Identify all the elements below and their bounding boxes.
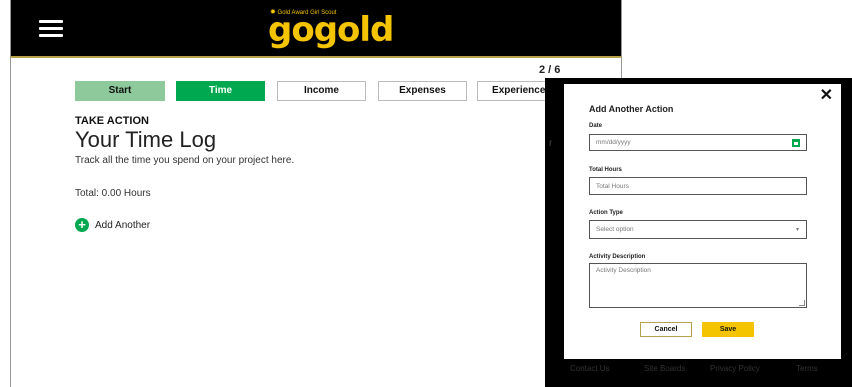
footer-link-contact[interactable]: Contact Us <box>570 364 610 373</box>
action-type-value: Select option <box>596 226 634 233</box>
activity-description-textarea[interactable]: Activity Description <box>589 263 807 308</box>
total-hours-label: Total Hours <box>589 167 622 173</box>
footer-link-site-boards[interactable]: Site Boards <box>644 364 685 373</box>
logo-wordmark: gogold <box>268 10 394 50</box>
action-type-label: Action Type <box>589 210 623 216</box>
add-another-label: Add Another <box>95 219 151 231</box>
hamburger-menu-icon[interactable] <box>39 20 63 38</box>
total-hours: Total: 0.00 Hours <box>75 188 151 199</box>
add-another-button[interactable]: + Add Another <box>75 218 150 232</box>
calendar-icon[interactable] <box>792 139 800 147</box>
section-eyebrow: TAKE ACTION <box>75 115 149 127</box>
footer-link-privacy[interactable]: Privacy Policy <box>710 364 760 373</box>
step-progress-indicator: 2 / 6 <box>539 64 561 76</box>
tab-start[interactable]: Start <box>75 81 165 101</box>
tab-expenses[interactable]: Expenses <box>378 81 467 101</box>
footer-link-terms[interactable]: Terms <box>796 364 818 373</box>
date-label: Date <box>589 123 603 129</box>
action-type-select[interactable]: Select option ▾ <box>589 220 807 239</box>
activity-description-placeholder: Activity Description <box>596 267 651 274</box>
cancel-button[interactable]: Cancel <box>640 322 692 337</box>
gogold-logo[interactable]: ✹ Gold Award Girl Scout gogold <box>266 6 394 50</box>
close-icon[interactable]: ✕ <box>820 88 833 104</box>
date-field[interactable]: mm/dd/yyyy <box>589 134 807 151</box>
backdrop-peek-text: r <box>549 138 553 149</box>
add-circle-icon: + <box>75 218 89 232</box>
activity-description-label: Activity Description <box>589 254 646 260</box>
tab-income[interactable]: Income <box>277 81 366 101</box>
resize-handle-icon[interactable] <box>799 300 805 306</box>
page-subtitle: Track all the time you spend on your pro… <box>75 155 295 166</box>
total-hours-placeholder: Total Hours <box>596 182 629 190</box>
total-hours-field[interactable]: Total Hours <box>589 177 807 195</box>
top-navigation-bar: ✹ Gold Award Girl Scout gogold <box>11 0 621 58</box>
modal-title: Add Another Action <box>589 104 674 114</box>
app-window: ✹ Gold Award Girl Scout gogold 2 / 6 Sta… <box>10 0 622 387</box>
add-action-modal: ✕ Add Another Action Date mm/dd/yyyy Tot… <box>564 84 841 359</box>
page-title: Your Time Log <box>75 127 217 152</box>
save-button[interactable]: Save <box>702 322 754 337</box>
footer-links: Contact Us Site Boards Privacy Policy Te… <box>556 364 846 376</box>
tab-time[interactable]: Time <box>176 81 265 101</box>
date-placeholder: mm/dd/yyyy <box>596 139 631 146</box>
chevron-down-icon: ▾ <box>795 227 799 233</box>
